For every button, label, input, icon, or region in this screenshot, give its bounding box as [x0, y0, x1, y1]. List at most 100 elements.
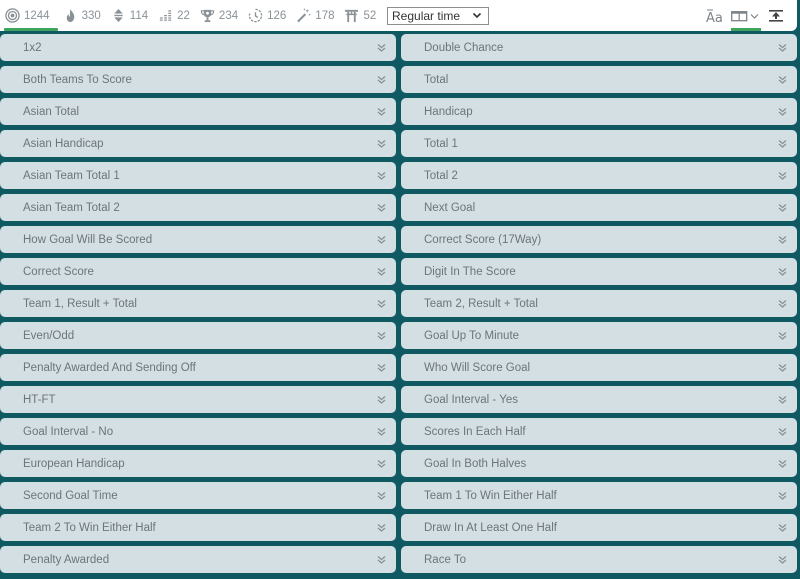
double-chevron-down-icon: [377, 171, 386, 180]
market-row[interactable]: Goal Up To Minute: [401, 322, 797, 349]
market-name: 1x2: [23, 41, 42, 54]
double-chevron-down-icon: [377, 555, 386, 564]
double-chevron-down-icon: [377, 75, 386, 84]
collapse-all-button[interactable]: [769, 0, 783, 31]
market-name: Asian Team Total 2: [23, 201, 120, 214]
market-name: Asian Team Total 1: [23, 169, 120, 182]
double-chevron-down-icon: [377, 299, 386, 308]
market-row[interactable]: Both Teams To Score: [0, 66, 396, 93]
market-row[interactable]: Total 1: [401, 130, 797, 157]
market-name: Team 2 To Win Either Half: [23, 521, 156, 534]
market-row[interactable]: Team 2 To Win Either Half: [0, 514, 396, 541]
double-chevron-down-icon: [377, 427, 386, 436]
filter-tab-popular[interactable]: 330: [62, 0, 106, 31]
double-chevron-down-icon: [377, 235, 386, 244]
market-name: Total 2: [424, 169, 458, 182]
market-row[interactable]: Team 1 To Win Either Half: [401, 482, 797, 509]
market-row[interactable]: Total 2: [401, 162, 797, 189]
market-row[interactable]: Scores In Each Half: [401, 418, 797, 445]
market-row[interactable]: 1x2: [0, 34, 396, 61]
market-row[interactable]: European Handicap: [0, 450, 396, 477]
market-row[interactable]: Second Goal Time: [0, 482, 396, 509]
filter-tabs: 1244 330 114 22 234 126 178 52: [0, 0, 385, 31]
market-row[interactable]: Goal Interval - No: [0, 418, 396, 445]
double-chevron-down-icon: [778, 75, 787, 84]
market-row[interactable]: Team 2, Result + Total: [401, 290, 797, 317]
market-row[interactable]: How Goal Will Be Scored: [0, 226, 396, 253]
market-name: Goal Interval - Yes: [424, 393, 518, 406]
double-chevron-down-icon: [778, 299, 787, 308]
market-row[interactable]: Team 1, Result + Total: [0, 290, 396, 317]
double-chevron-down-icon: [377, 363, 386, 372]
filter-count: 114: [129, 9, 149, 22]
double-chevron-down-icon: [778, 107, 787, 116]
market-name: Second Goal Time: [23, 489, 118, 502]
layout-toggle-button[interactable]: [731, 0, 761, 31]
double-chevron-down-icon: [778, 523, 787, 532]
double-chevron-down-icon: [377, 331, 386, 340]
market-row[interactable]: Correct Score (17Way): [401, 226, 797, 253]
market-row[interactable]: Asian Total: [0, 98, 396, 125]
double-chevron-down-icon: [377, 523, 386, 532]
market-name: Correct Score (17Way): [424, 233, 542, 246]
market-row[interactable]: Handicap: [401, 98, 797, 125]
filter-tab-totals[interactable]: 114: [110, 0, 153, 31]
market-name: Even/Odd: [23, 329, 75, 342]
bars-icon: [160, 10, 172, 21]
market-name: Asian Handicap: [23, 137, 104, 150]
double-chevron-down-icon: [377, 459, 386, 468]
up-down-arrows-icon: [114, 8, 123, 23]
market-row[interactable]: HT-FT: [0, 386, 396, 413]
double-chevron-down-icon: [377, 491, 386, 500]
double-chevron-down-icon: [377, 203, 386, 212]
torii-gate-icon: [345, 9, 359, 23]
chevron-down-icon: [472, 12, 482, 19]
market-name: Total 1: [424, 137, 458, 150]
market-row[interactable]: Penalty Awarded: [0, 546, 396, 573]
filter-tab-stats[interactable]: 22: [157, 0, 195, 31]
double-chevron-down-icon: [377, 107, 386, 116]
filter-tab-time[interactable]: 126: [247, 0, 291, 31]
market-row[interactable]: Next Goal: [401, 194, 797, 221]
market-grid: 1x2 Double Chance Both Teams To Score Total…: [0, 34, 800, 573]
filter-count: 178: [315, 9, 335, 22]
filter-tab-asian[interactable]: 52: [343, 0, 381, 31]
market-name: Double Chance: [424, 41, 504, 54]
collapse-all-icon: [769, 10, 783, 22]
market-row[interactable]: Double Chance: [401, 34, 797, 61]
market-row[interactable]: Total: [401, 66, 797, 93]
market-name: Draw In At Least One Half: [424, 521, 557, 534]
filter-tab-all[interactable]: 1244: [4, 0, 58, 31]
market-row[interactable]: Even/Odd: [0, 322, 396, 349]
market-row[interactable]: Asian Handicap: [0, 130, 396, 157]
market-name: Correct Score: [23, 265, 94, 278]
double-chevron-down-icon: [377, 139, 386, 148]
market-row[interactable]: Penalty Awarded And Sending Off: [0, 354, 396, 381]
filter-count: 52: [363, 9, 377, 22]
market-row[interactable]: Correct Score: [0, 258, 396, 285]
filter-tab-specials[interactable]: 178: [295, 0, 339, 31]
double-chevron-down-icon: [778, 139, 787, 148]
market-row[interactable]: Goal In Both Halves: [401, 450, 797, 477]
market-row[interactable]: Asian Team Total 1: [0, 162, 396, 189]
filter-count: 234: [218, 9, 239, 22]
market-name: European Handicap: [23, 457, 125, 470]
market-row[interactable]: Digit In The Score: [401, 258, 797, 285]
period-select[interactable]: Regular time: [387, 7, 489, 25]
double-chevron-down-icon: [377, 395, 386, 404]
market-row[interactable]: Asian Team Total 2: [0, 194, 396, 221]
market-name: Who Will Score Goal: [424, 361, 531, 374]
filter-count: 330: [81, 9, 101, 22]
market-name: Goal Interval - No: [23, 425, 114, 438]
market-row[interactable]: Who Will Score Goal: [401, 354, 797, 381]
target-icon: [5, 8, 20, 23]
market-name: HT-FT: [23, 393, 56, 406]
market-row[interactable]: Goal Interval - Yes: [401, 386, 797, 413]
timer-icon: [248, 8, 263, 23]
filter-tab-winners[interactable]: 234: [199, 0, 243, 31]
market-name: Handicap: [424, 105, 473, 118]
market-row[interactable]: Draw In At Least One Half: [401, 514, 797, 541]
font-size-button[interactable]: Aa: [706, 0, 723, 31]
double-chevron-down-icon: [778, 171, 787, 180]
market-row[interactable]: Race To: [401, 546, 797, 573]
